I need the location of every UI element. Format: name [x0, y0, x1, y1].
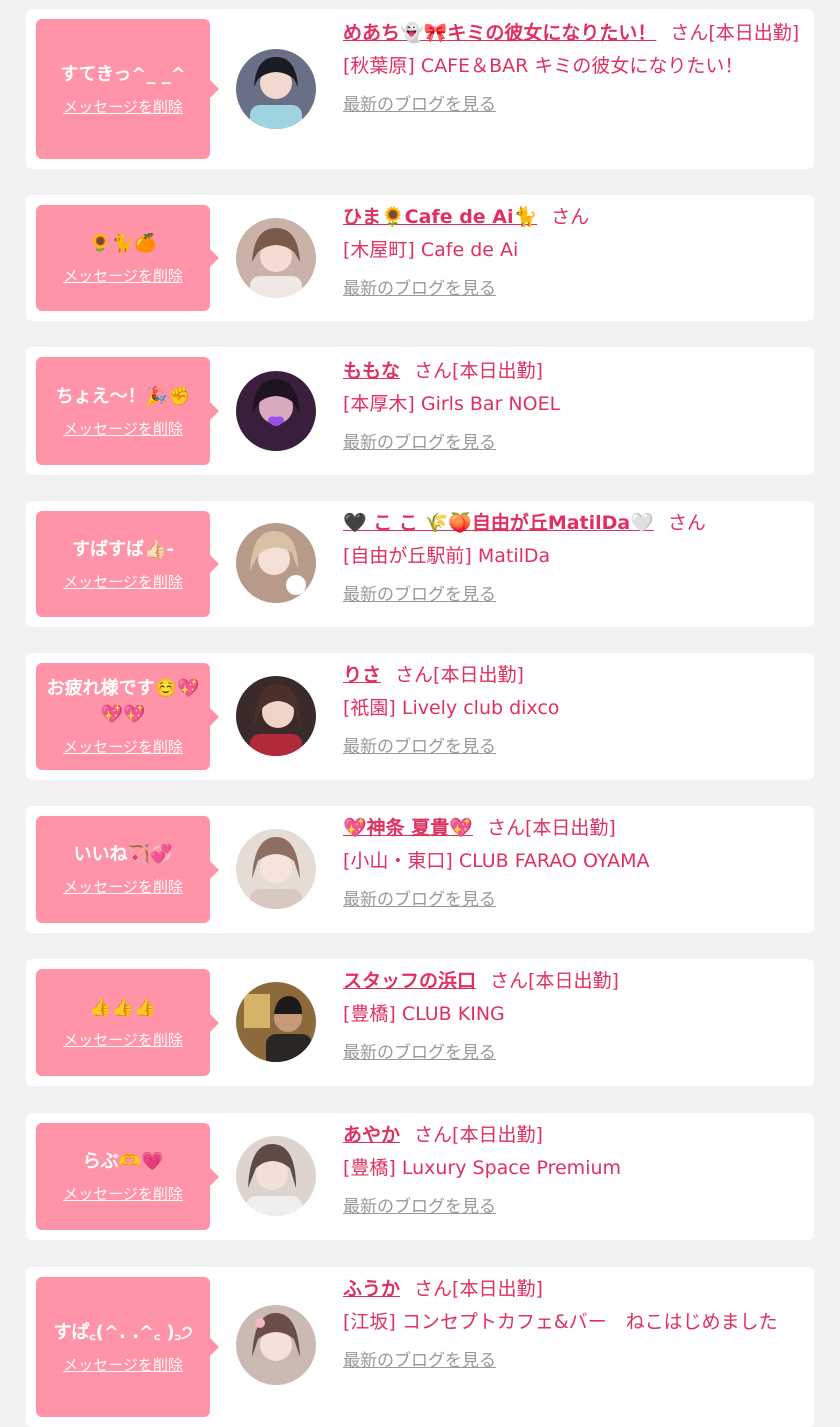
latest-blog-link[interactable]: 最新のブログを見る — [343, 273, 496, 306]
cast-info: 🖤 こ こ 🌾🍑自由が丘MatilDa🤍 さん [自由が丘駅前] MatilDa … — [343, 507, 800, 612]
message-card: ちょえ〜！🎉✊ メッセージを削除 ももな さん[本日出勤] [本厚木] Girls… — [26, 347, 814, 475]
shop-name: [秋葉原] CAFE＆BAR キミの彼女になりたい！ — [343, 55, 744, 77]
delete-message-link[interactable]: メッセージを削除 — [63, 876, 183, 897]
latest-blog-link[interactable]: 最新のブログを見る — [343, 1037, 496, 1070]
cast-info: めあち👻🎀キミの彼女になりたい！ さん[本日出勤] [秋葉原] CAFE＆BAR … — [343, 17, 800, 122]
cast-name-link[interactable]: スタッフの浜口 — [343, 970, 476, 992]
message-bubble: らぶ🫶💗 メッセージを削除 — [36, 1123, 219, 1230]
avatar[interactable] — [236, 829, 316, 909]
status-badge: [本日出勤] — [452, 1278, 543, 1300]
honorific: さん — [414, 1278, 453, 1300]
avatar[interactable] — [236, 523, 316, 603]
cast-name-link[interactable]: 🖤 こ こ 🌾🍑自由が丘MatilDa🤍 — [343, 512, 654, 534]
cast-name-link[interactable]: ひま🌻Cafe de Ai🐈 — [343, 206, 537, 228]
message-text: 👍👍👍 — [89, 997, 157, 1018]
message-card: 🌻🐈🍊 メッセージを削除 ひま🌻Cafe de Ai🐈 さん [木屋町] Cafe… — [26, 195, 814, 321]
delete-message-link[interactable]: メッセージを削除 — [63, 1354, 183, 1375]
cast-info: ひま🌻Cafe de Ai🐈 さん [木屋町] Cafe de Ai 最新のブログ… — [343, 201, 800, 306]
avatar[interactable] — [236, 1305, 316, 1385]
status-badge: [本日出勤] — [524, 817, 616, 839]
message-card: いいね🏹💞 メッセージを削除 💖神条 夏貴💖 さん[本日出勤] [小山・東口] C… — [26, 806, 814, 933]
delete-message-link[interactable]: メッセージを削除 — [63, 96, 183, 117]
cast-info: 💖神条 夏貴💖 さん[本日出勤] [小山・東口] CLUB FARAO OYAMA… — [343, 812, 800, 917]
message-text: らぶ🫶💗 — [82, 1151, 164, 1172]
message-text: すぱ꜀(^. .^꜀ )꜆੭ — [53, 1321, 193, 1343]
cast-info: りさ さん[本日出勤] [祇園] Lively club dixco 最新のブログ… — [343, 659, 800, 764]
message-card: お疲れ様です☺️💖💖💖 メッセージを削除 りさ さん[本日出勤] [祇園] Liv… — [26, 653, 814, 780]
honorific: さん — [414, 360, 453, 382]
honorific: さん — [670, 22, 709, 44]
shop-name: [江坂] コンセプトカフェ&バー ねこはじめました — [343, 1311, 778, 1333]
honorific: さん — [551, 206, 590, 228]
honorific: さん — [486, 817, 525, 839]
cast-name-link[interactable]: めあち👻🎀キミの彼女になりたい！ — [343, 22, 656, 44]
shop-name: [豊橋] CLUB KING — [343, 1003, 505, 1025]
cast-info: あやか さん[本日出勤] [豊橋] Luxury Space Premium 最新… — [343, 1119, 800, 1224]
honorific: さん — [667, 512, 706, 534]
delete-message-link[interactable]: メッセージを削除 — [63, 736, 183, 757]
message-bubble: すてきっ^_ _^ メッセージを削除 — [36, 19, 219, 159]
message-list: すてきっ^_ _^ メッセージを削除 めあち👻🎀キミの彼女になりたい！ さん[本日… — [0, 0, 840, 1427]
message-card: すばすば👍🏻- メッセージを削除 🖤 こ こ 🌾🍑自由が丘MatilDa🤍 さん … — [26, 501, 814, 627]
message-bubble: すぱ꜀(^. .^꜀ )꜆੭ メッセージを削除 — [36, 1277, 219, 1417]
message-bubble: 🌻🐈🍊 メッセージを削除 — [36, 205, 219, 311]
message-card: 👍👍👍 メッセージを削除 スタッフの浜口 さん[本日出勤] [豊橋] CLUB K… — [26, 959, 814, 1086]
latest-blog-link[interactable]: 最新のブログを見る — [343, 1345, 496, 1378]
message-bubble: お疲れ様です☺️💖💖💖 メッセージを削除 — [36, 663, 219, 770]
message-text: 🌻🐈🍊 — [89, 232, 157, 254]
avatar[interactable] — [236, 49, 316, 129]
honorific: さん — [414, 1124, 453, 1146]
message-text: すてきっ^_ _^ — [60, 63, 186, 85]
avatar[interactable] — [236, 371, 316, 451]
status-badge: [本日出勤] — [452, 360, 543, 382]
avatar[interactable] — [236, 218, 316, 298]
latest-blog-link[interactable]: 最新のブログを見る — [343, 884, 496, 917]
status-badge: [本日出勤] — [433, 664, 524, 686]
status-badge: [本日出勤] — [528, 970, 619, 992]
status-badge: [本日出勤] — [452, 1124, 543, 1146]
delete-message-link[interactable]: メッセージを削除 — [63, 265, 183, 286]
message-text: すばすば👍🏻- — [72, 538, 174, 560]
message-bubble: いいね🏹💞 メッセージを削除 — [36, 816, 219, 923]
message-card: すてきっ^_ _^ メッセージを削除 めあち👻🎀キミの彼女になりたい！ さん[本日… — [26, 9, 814, 169]
cast-name-link[interactable]: あやか — [343, 1124, 400, 1146]
cast-info: ももな さん[本日出勤] [本厚木] Girls Bar NOEL 最新のブログを… — [343, 355, 800, 460]
honorific: さん — [395, 664, 434, 686]
cast-info: ふうか さん[本日出勤] [江坂] コンセプトカフェ&バー ねこはじめました 最新… — [343, 1273, 800, 1378]
honorific: さん — [490, 970, 529, 992]
delete-message-link[interactable]: メッセージを削除 — [63, 1029, 183, 1050]
message-text: いいね🏹💞 — [73, 844, 173, 865]
latest-blog-link[interactable]: 最新のブログを見る — [343, 731, 496, 764]
cast-name-link[interactable]: りさ — [343, 664, 381, 686]
message-text: お疲れ様です☺️💖💖💖 — [46, 678, 200, 725]
latest-blog-link[interactable]: 最新のブログを見る — [343, 89, 496, 122]
message-bubble: ちょえ〜！🎉✊ メッセージを削除 — [36, 357, 219, 465]
cast-name-link[interactable]: ふうか — [343, 1278, 400, 1300]
shop-name: [小山・東口] CLUB FARAO OYAMA — [343, 850, 650, 872]
avatar[interactable] — [236, 982, 316, 1062]
cast-info: スタッフの浜口 さん[本日出勤] [豊橋] CLUB KING 最新のブログを見る — [343, 965, 800, 1070]
latest-blog-link[interactable]: 最新のブログを見る — [343, 427, 496, 460]
shop-name: [本厚木] Girls Bar NOEL — [343, 393, 561, 415]
latest-blog-link[interactable]: 最新のブログを見る — [343, 1191, 496, 1224]
shop-name: [豊橋] Luxury Space Premium — [343, 1157, 622, 1179]
delete-message-link[interactable]: メッセージを削除 — [63, 571, 183, 592]
cast-name-link[interactable]: 💖神条 夏貴💖 — [343, 817, 473, 839]
delete-message-link[interactable]: メッセージを削除 — [63, 418, 183, 439]
avatar[interactable] — [236, 676, 316, 756]
message-bubble: すばすば👍🏻- メッセージを削除 — [36, 511, 219, 617]
latest-blog-link[interactable]: 最新のブログを見る — [343, 579, 496, 612]
cast-name-link[interactable]: ももな — [343, 360, 400, 382]
message-card: すぱ꜀(^. .^꜀ )꜆੭ メッセージを削除 ふうか さん[本日出勤] [江坂]… — [26, 1267, 814, 1427]
shop-name: [自由が丘駅前] MatilDa — [343, 545, 551, 567]
message-text: ちょえ〜！🎉✊ — [55, 385, 191, 407]
shop-name: [木屋町] Cafe de Ai — [343, 239, 519, 261]
shop-name: [祇園] Lively club dixco — [343, 697, 560, 719]
avatar[interactable] — [236, 1136, 316, 1216]
message-bubble: 👍👍👍 メッセージを削除 — [36, 969, 219, 1076]
message-card: らぶ🫶💗 メッセージを削除 あやか さん[本日出勤] [豊橋] Luxury Sp… — [26, 1113, 814, 1240]
delete-message-link[interactable]: メッセージを削除 — [63, 1183, 183, 1204]
status-badge: [本日出勤] — [708, 22, 800, 44]
